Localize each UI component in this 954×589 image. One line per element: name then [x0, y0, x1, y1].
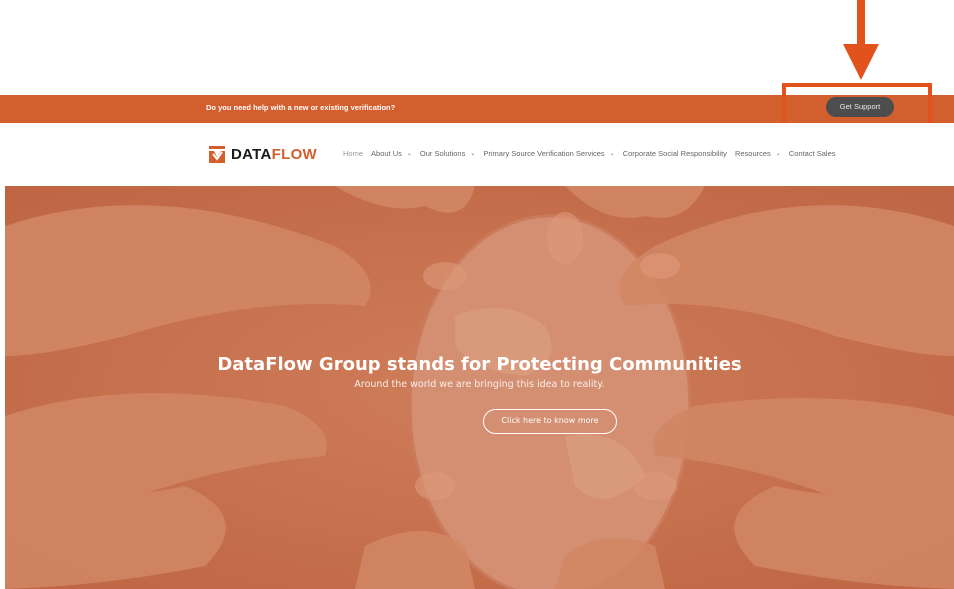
- nav-item-label: Corporate Social Responsibility: [622, 149, 727, 158]
- chevron-down-icon: ⌄: [406, 151, 412, 157]
- nav-item-home[interactable]: Home: [343, 149, 363, 158]
- nav-item-primary-source-verification[interactable]: Primary Source Verification Services ⌄: [483, 149, 614, 158]
- page: Do you need help with a new or existing …: [0, 0, 954, 589]
- logo-word-flow: FLOW: [271, 145, 317, 163]
- hero-subtitle: Around the world we are bringing this id…: [354, 379, 605, 390]
- dataflow-logo[interactable]: DATAFLOW: [209, 144, 317, 164]
- main-nav: Home About Us ⌄ Our Solutions ⌄ Primary So…: [343, 149, 836, 158]
- chevron-down-icon: ⌄: [775, 151, 781, 157]
- nav-item-label: Resources: [734, 149, 771, 158]
- hero-title: DataFlow Group stands for Protecting Com…: [217, 354, 742, 375]
- chevron-down-icon: ⌄: [609, 151, 615, 157]
- nav-item-contact-sales[interactable]: Contact Sales: [789, 149, 836, 158]
- logo-word-data: DATA: [231, 145, 272, 163]
- nav-item-about-us[interactable]: About Us ⌄: [371, 149, 412, 158]
- nav-item-corporate-social-responsibility[interactable]: Corporate Social Responsibility: [623, 149, 727, 158]
- site-header: DATAFLOW Home About Us ⌄ Our Solutions ⌄ P…: [0, 123, 954, 185]
- know-more-button[interactable]: Click here to know more: [483, 409, 617, 434]
- annotation-arrow-icon: [843, 0, 879, 80]
- nav-item-label: Primary Source Verification Services: [483, 149, 605, 158]
- nav-item-label: Our Solutions: [419, 149, 466, 158]
- check-shield-icon: [209, 145, 225, 163]
- nav-item-label: About Us: [371, 149, 402, 158]
- topbar-help-text: Do you need help with a new or existing …: [206, 103, 396, 112]
- nav-item-our-solutions[interactable]: Our Solutions ⌄: [420, 149, 475, 158]
- logo-wordmark: DATAFLOW: [231, 146, 317, 163]
- nav-item-resources[interactable]: Resources ⌄: [735, 149, 781, 158]
- nav-item-label: Home: [343, 149, 364, 158]
- chevron-down-icon: ⌄: [470, 151, 476, 157]
- nav-item-label: Contact Sales: [788, 149, 836, 158]
- hero-banner: DataFlow Group stands for Protecting Com…: [5, 186, 954, 589]
